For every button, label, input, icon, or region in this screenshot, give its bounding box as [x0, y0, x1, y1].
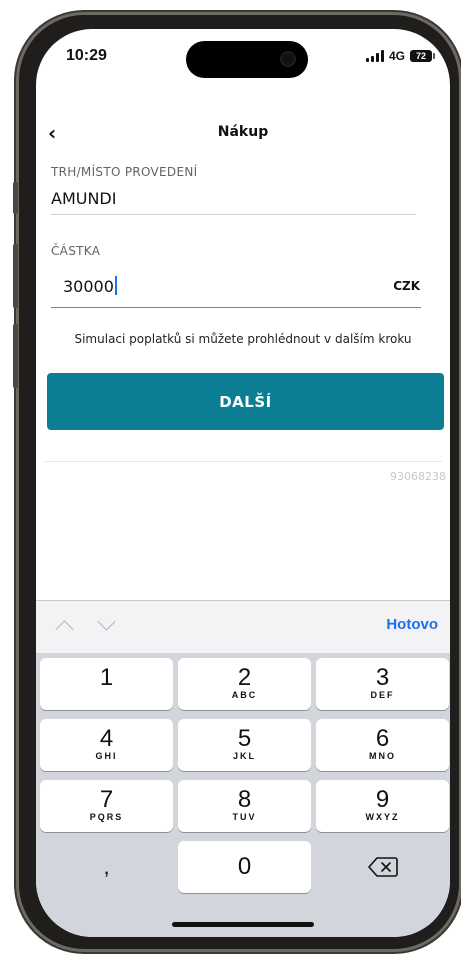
amount-label: ČÁSTKA — [51, 244, 101, 258]
phone-screen: 10:29 4G 72 ‹ Nákup TRH/MÍSTO PROVEDENÍ … — [36, 29, 450, 937]
key-digit: 8 — [237, 786, 252, 813]
key-letters: ABC — [231, 690, 258, 700]
key-5[interactable]: 5 JKL — [178, 719, 311, 771]
key-digit: 1 — [99, 664, 114, 691]
battery-level: 72 — [415, 51, 426, 61]
key-9[interactable]: 9 WXYZ — [316, 780, 449, 832]
amount-input[interactable]: 30000 — [63, 276, 117, 296]
reference-id: 93068238 — [390, 470, 446, 483]
done-button[interactable]: Hotovo — [386, 616, 438, 633]
status-time: 10:29 — [66, 47, 107, 64]
key-digit: 5 — [237, 725, 252, 752]
backspace-key[interactable] — [316, 841, 449, 893]
market-underline — [51, 214, 416, 215]
screenshot-stage: 10:29 4G 72 ‹ Nákup TRH/MÍSTO PROVEDENÍ … — [0, 0, 461, 957]
side-button-action — [13, 182, 18, 214]
key-letters: DEF — [370, 690, 395, 700]
key-digit: 6 — [375, 725, 390, 752]
chevron-up-icon[interactable] — [58, 617, 72, 631]
page-title: Nákup — [217, 124, 269, 140]
key-letters: TUV — [232, 812, 257, 822]
key-4[interactable]: 4 GHI — [40, 719, 173, 771]
next-button[interactable]: DALŠÍ — [47, 373, 444, 430]
amount-value: 30000 — [63, 277, 114, 296]
key-letters: MNO — [369, 751, 396, 761]
fee-simulation-hint: Simulaci poplatků si můžete prohlédnout … — [74, 332, 412, 346]
key-6[interactable]: 6 MNO — [316, 719, 449, 771]
side-button-volume-down — [13, 324, 18, 388]
side-button-volume-up — [13, 244, 18, 308]
key-letters: PQRS — [89, 812, 124, 822]
chevron-down-icon[interactable] — [100, 617, 114, 631]
key-digit: 0 — [237, 853, 252, 880]
divider — [44, 461, 442, 462]
home-indicator[interactable] — [172, 922, 314, 927]
currency-label: CZK — [393, 279, 420, 293]
numeric-keyboard: Hotovo 1 2 ABC 3 DEF 4 GHI 5 JKL 6 MNO 7… — [36, 600, 450, 937]
key-letters: WXYZ — [365, 812, 400, 822]
key-letters: JKL — [232, 751, 256, 761]
key-3[interactable]: 3 DEF — [316, 658, 449, 710]
key-7[interactable]: 7 PQRS — [40, 780, 173, 832]
key-digit: 3 — [375, 664, 390, 691]
status-indicators: 4G 72 — [365, 49, 435, 63]
key-comma[interactable]: , — [40, 841, 173, 893]
key-2[interactable]: 2 ABC — [178, 658, 311, 710]
camera-icon — [280, 51, 296, 67]
dynamic-island — [186, 41, 308, 78]
signal-icon — [365, 50, 384, 62]
market-value[interactable]: AMUNDI — [51, 189, 116, 208]
text-caret — [114, 276, 117, 295]
key-1[interactable]: 1 — [40, 658, 173, 710]
key-0[interactable]: 0 — [178, 841, 311, 893]
amount-underline — [51, 307, 421, 308]
backspace-icon — [368, 857, 398, 877]
key-8[interactable]: 8 TUV — [178, 780, 311, 832]
key-digit: 9 — [375, 786, 390, 813]
battery-icon: 72 — [410, 50, 435, 62]
market-label: TRH/MÍSTO PROVEDENÍ — [51, 165, 198, 179]
key-letters: GHI — [95, 751, 118, 761]
key-digit: 4 — [99, 725, 114, 752]
key-digit: 7 — [99, 786, 114, 813]
network-label: 4G — [388, 49, 405, 63]
keyboard-toolbar: Hotovo — [36, 600, 450, 653]
key-digit: 2 — [237, 664, 252, 691]
